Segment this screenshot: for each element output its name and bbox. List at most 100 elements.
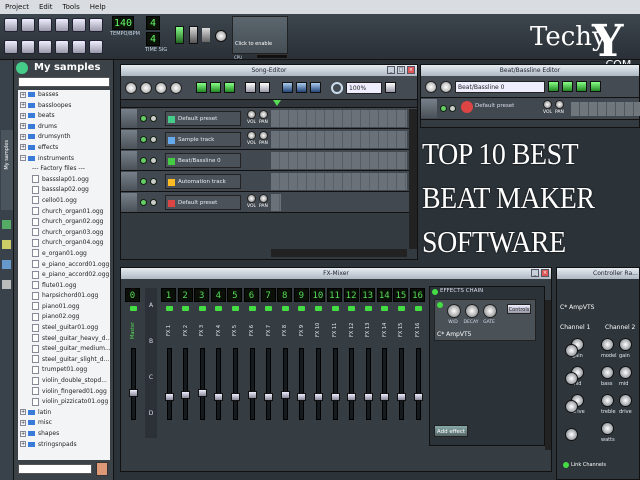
tab-my-samples[interactable]: My samples	[1, 130, 13, 210]
channel-mute-led[interactable]	[314, 306, 322, 311]
stop-button[interactable]	[170, 81, 182, 94]
rack-knob[interactable]	[601, 338, 614, 351]
track-solo-led[interactable]	[150, 115, 157, 122]
expand-toggle-icon[interactable]: +	[20, 441, 26, 448]
minimize-button[interactable]: _	[387, 66, 395, 74]
master-mute-led[interactable]	[129, 306, 137, 311]
master-volume-icon[interactable]	[175, 26, 184, 44]
bb-vol-knob[interactable]	[543, 100, 552, 109]
mixer-channel[interactable]: 15 FX 15	[393, 288, 409, 434]
channel-fader-cap[interactable]	[396, 393, 406, 401]
mixer-channel[interactable]: 10 FX 10	[310, 288, 326, 434]
controls-button[interactable]: Controls	[507, 304, 531, 314]
track-drag-handle[interactable]	[121, 109, 137, 128]
rack-knob[interactable]	[565, 372, 578, 385]
tree-file[interactable]: e_organ01.ogg	[18, 249, 110, 260]
tree-separator[interactable]: --- Factory files ---	[18, 164, 110, 175]
browser-filter-input[interactable]	[18, 77, 110, 87]
fx-mixer-icon[interactable]	[72, 40, 86, 54]
track-mute-led[interactable]	[140, 178, 147, 185]
timesig-numerator[interactable]: 4	[146, 16, 160, 30]
timesig-denominator[interactable]: 4	[146, 32, 160, 46]
track-vol-knob[interactable]	[247, 194, 256, 203]
mixer-channel[interactable]: 9 FX 9	[293, 288, 310, 434]
tree-folder[interactable]: + beats	[18, 111, 110, 122]
mixer-channel[interactable]: 7 FX 7	[260, 288, 277, 434]
tab-computer-icon[interactable]	[2, 260, 11, 269]
effects-enable-led[interactable]	[432, 289, 438, 295]
tree-file[interactable]: steel_guitar_medium...	[18, 344, 110, 355]
channel-mute-led[interactable]	[182, 306, 190, 311]
draw-mode-icon[interactable]	[245, 82, 256, 93]
bank-c[interactable]: C	[145, 360, 157, 396]
track-drag-handle[interactable]	[121, 130, 137, 149]
add-automation-icon[interactable]	[224, 82, 235, 93]
record-button[interactable]	[140, 81, 152, 94]
mixer-channel[interactable]: 1 FX 1	[161, 288, 177, 434]
tree-file[interactable]: e_piano_accord02.ogg	[18, 270, 110, 281]
channel-fader-cap[interactable]	[264, 393, 274, 401]
song-editor-titlebar[interactable]: Song-Editor _ □ ×	[121, 65, 417, 76]
recent-projects-icon[interactable]	[55, 18, 69, 32]
cpu-oscilloscope[interactable]: Click to enable	[232, 16, 288, 54]
tree-file[interactable]: steel_guitar_heavy_d...	[18, 334, 110, 345]
tree-file[interactable]: church_organ04.ogg	[18, 238, 110, 249]
track-solo-led[interactable]	[150, 199, 157, 206]
bb-play-button[interactable]	[425, 80, 437, 93]
bb-track-name[interactable]: Default preset	[475, 103, 514, 109]
track-pattern-grid[interactable]	[271, 152, 407, 169]
master-channel[interactable]: 0 Master	[125, 288, 141, 448]
controller-rack-titlebar[interactable]: Controller Ra...	[557, 268, 639, 279]
tree-folder[interactable]: − instruments	[18, 154, 110, 165]
effect-enable-led[interactable]	[437, 302, 443, 308]
track-pan-knob[interactable]	[259, 110, 268, 119]
track-pan-knob[interactable]	[259, 131, 268, 140]
channel-fader-cap[interactable]	[181, 391, 191, 399]
record-play-button[interactable]	[155, 81, 167, 94]
loop-points-icon[interactable]	[296, 82, 307, 93]
automation-editor-icon[interactable]	[55, 40, 69, 54]
tab-root-icon[interactable]	[2, 280, 11, 289]
mixer-channel[interactable]: 13 FX 13	[360, 288, 376, 434]
link-channels-led[interactable]	[563, 462, 569, 468]
track-name-button[interactable]: Beat/Bassline 0	[165, 153, 241, 168]
channel-fader-cap[interactable]	[164, 393, 174, 401]
bb-editor-titlebar[interactable]: Beat/Bassline Editor	[421, 65, 639, 76]
effect-plugin-box[interactable]: W/D DECAY GATE Controls C* AmpVT5	[434, 299, 536, 341]
rack-knob[interactable]	[565, 400, 578, 413]
master-fader[interactable]	[128, 348, 138, 420]
master-fader-cap[interactable]	[128, 389, 138, 397]
channel-fader[interactable]	[396, 348, 406, 420]
fx-close-button[interactable]: ×	[541, 269, 549, 277]
track-drag-handle[interactable]	[121, 193, 137, 212]
track-pattern-grid[interactable]	[271, 194, 281, 211]
rack-knob[interactable]	[565, 344, 578, 357]
channel-mute-led[interactable]	[281, 306, 289, 311]
bb-clone-icon[interactable]	[576, 81, 587, 92]
bb-add-icon[interactable]	[548, 81, 559, 92]
tree-file[interactable]: trumpet01.ogg	[18, 365, 110, 376]
channel-fader[interactable]	[313, 348, 323, 420]
channel-mute-led[interactable]	[248, 306, 256, 311]
channel-fader-cap[interactable]	[347, 393, 357, 401]
channel-fader[interactable]	[214, 348, 224, 420]
tree-file[interactable]: flute01.ogg	[18, 281, 110, 292]
timeline-ruler[interactable]	[121, 100, 417, 108]
track-pattern-grid[interactable]	[271, 173, 407, 190]
track-pattern-grid[interactable]	[271, 110, 407, 127]
track-mute-led[interactable]	[140, 115, 147, 122]
tree-file[interactable]: violin_fingered01.ogg	[18, 387, 110, 398]
tree-file[interactable]: piano02.ogg	[18, 312, 110, 323]
mixer-channel[interactable]: 14 FX 14	[376, 288, 393, 434]
expand-toggle-icon[interactable]: +	[20, 409, 26, 416]
stop-behaviour-icon[interactable]	[310, 82, 321, 93]
tree-folder[interactable]: + misc	[18, 418, 110, 429]
channel-fader[interactable]	[230, 348, 240, 420]
tab-presets-icon[interactable]	[2, 220, 11, 229]
channel-mute-led[interactable]	[198, 306, 206, 311]
gate-knob[interactable]	[483, 304, 497, 318]
bb-step-grid[interactable]	[571, 102, 640, 116]
track-drag-handle[interactable]	[121, 151, 137, 170]
decay-knob[interactable]	[465, 304, 479, 318]
channel-mute-led[interactable]	[348, 306, 356, 311]
